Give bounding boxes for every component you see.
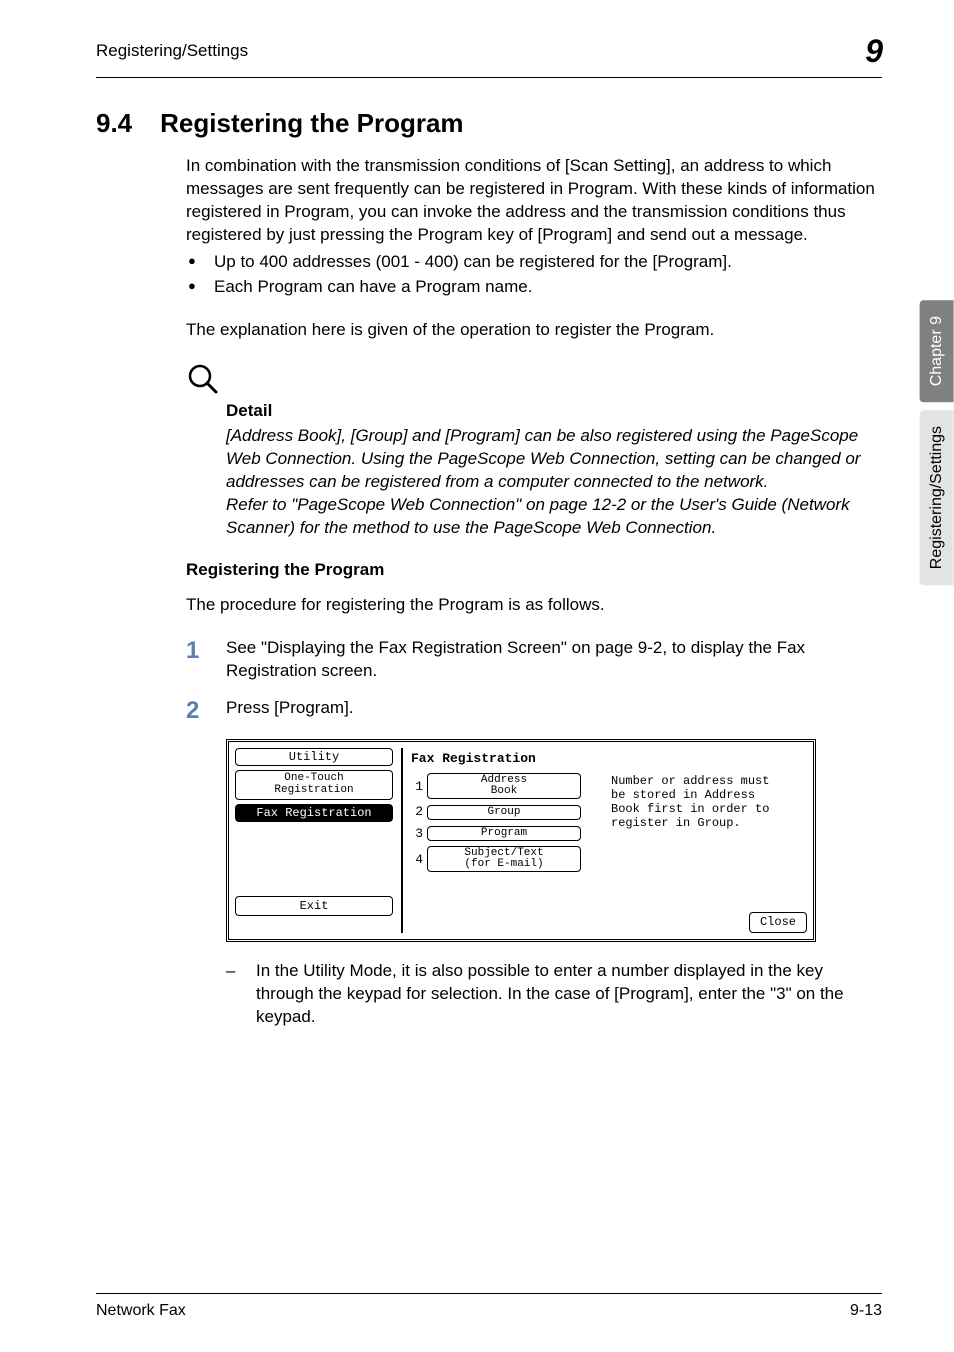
sub-note-text: In the Utility Mode, it is also possible… [256, 960, 882, 1029]
running-header: Registering/Settings 9 [96, 30, 882, 78]
footer-left: Network Fax [96, 1300, 186, 1322]
screen-fax-registration[interactable]: Fax Registration [235, 804, 393, 823]
header-left: Registering/Settings [96, 40, 248, 63]
screen-address-book-button[interactable]: Address Book [427, 773, 581, 799]
detail-text-2: Refer to "PageScope Web Connection" on p… [226, 494, 882, 540]
screen-right-title: Fax Registration [411, 748, 807, 768]
explain-paragraph: The explanation here is given of the ope… [186, 319, 882, 342]
section-heading: 9.4 Registering the Program [96, 106, 882, 141]
step-text: Press [Program]. [226, 697, 882, 725]
step-number: 2 [186, 697, 226, 725]
screen-item-num: 1 [411, 778, 423, 796]
footer-right: 9-13 [850, 1300, 882, 1322]
step-2: 2 Press [Program]. [186, 697, 882, 725]
screen-utility[interactable]: Utility [235, 748, 393, 767]
detail-block: Detail [Address Book], [Group] and [Prog… [226, 400, 882, 540]
dash-marker: – [226, 960, 244, 1029]
procedure-intro: The procedure for registering the Progra… [186, 594, 882, 617]
header-right: 9 [865, 30, 882, 73]
bullet-item: Each Program can have a Program name. [186, 276, 882, 299]
screen-program-button[interactable]: Program [427, 826, 581, 841]
screen-hint-text: Number or address must be stored in Addr… [611, 773, 786, 876]
screen-group-button[interactable]: Group [427, 805, 581, 820]
step-number: 1 [186, 637, 226, 683]
screen-close-button[interactable]: Close [749, 912, 807, 932]
screen-exit-button[interactable]: Exit [235, 896, 393, 916]
screen-subject-text-button[interactable]: Subject/Text (for E-mail) [427, 846, 581, 872]
side-tabs: Chapter 9 Registering/Settings [920, 300, 954, 585]
step-text: See "Displaying the Fax Registration Scr… [226, 637, 882, 683]
screen-item-num: 3 [411, 825, 423, 843]
bullet-item: Up to 400 addresses (001 - 400) can be r… [186, 251, 882, 274]
section-number: 9.4 [96, 106, 132, 141]
page-footer: Network Fax 9-13 [96, 1293, 882, 1322]
bullet-list: Up to 400 addresses (001 - 400) can be r… [186, 251, 882, 299]
step-1: 1 See "Displaying the Fax Registration S… [186, 637, 882, 683]
lcd-screenshot: Utility One-Touch Registration Fax Regis… [226, 739, 816, 942]
intro-paragraph: In combination with the transmission con… [186, 155, 882, 247]
sub-note: – In the Utility Mode, it is also possib… [226, 960, 882, 1029]
side-tab-chapter: Chapter 9 [920, 300, 954, 402]
screen-one-touch[interactable]: One-Touch Registration [235, 770, 393, 799]
screen-item-num: 4 [411, 851, 423, 869]
screen-item-num: 2 [411, 803, 423, 821]
section-title: Registering the Program [160, 106, 463, 141]
detail-label: Detail [226, 400, 882, 423]
magnifier-icon [186, 362, 882, 396]
side-tab-section: Registering/Settings [920, 410, 954, 585]
detail-text-1: [Address Book], [Group] and [Program] ca… [226, 425, 882, 494]
sub-heading: Registering the Program [186, 559, 882, 582]
